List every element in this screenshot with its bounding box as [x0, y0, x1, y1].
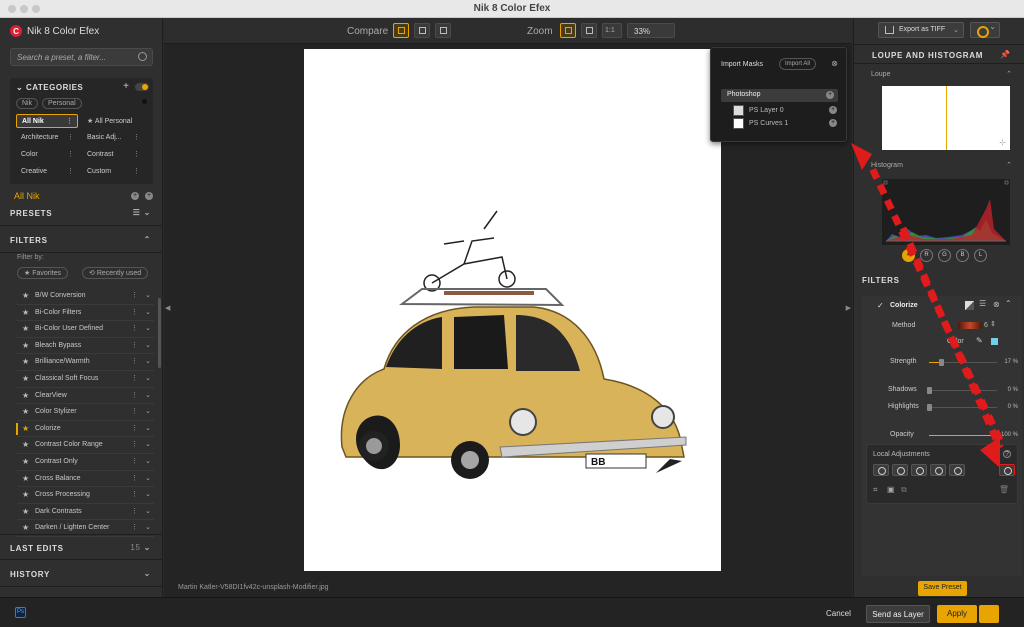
- annotation-overlay: [851, 143, 1004, 468]
- annotation-arrowhead: [980, 437, 1000, 468]
- bottom-bar: Ps Cancel Send as Layer Apply: [0, 597, 1024, 627]
- apply-options-button[interactable]: [979, 605, 999, 623]
- apply-button[interactable]: Apply: [937, 605, 977, 623]
- photoshop-host-icon: Ps: [15, 607, 26, 618]
- annotation-arrowhead: [851, 143, 872, 170]
- annotation-arrow-line: [899, 226, 1004, 450]
- app-window: Nik 8 Color Efex C Nik 8 Color Efex Sear…: [0, 0, 1024, 627]
- send-as-layer-button[interactable]: Send as Layer: [866, 605, 930, 623]
- cancel-button[interactable]: Cancel: [826, 609, 851, 618]
